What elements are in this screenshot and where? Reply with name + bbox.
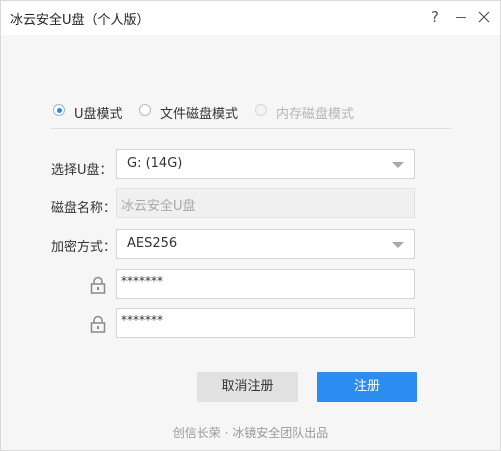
chevron-down-icon bbox=[392, 162, 404, 168]
encryption-label: 加密方式： bbox=[51, 240, 117, 255]
disk-name-placeholder: 冰云安全U盘 bbox=[121, 199, 196, 214]
lock-icon bbox=[90, 315, 106, 333]
lock-icon bbox=[90, 276, 106, 294]
chevron-down-icon bbox=[392, 242, 404, 248]
footer-credit: 创信长荣 · 冰镜安全团队出品 bbox=[172, 426, 329, 440]
encryption-value: AES256 bbox=[127, 236, 178, 251]
select-drive-dropdown[interactable]: G: (14G) bbox=[116, 149, 415, 179]
confirm-password-value: ******* bbox=[121, 313, 163, 327]
minimize-icon bbox=[456, 17, 466, 18]
close-button[interactable] bbox=[473, 5, 495, 29]
divider bbox=[51, 128, 451, 129]
password-field[interactable]: ******* bbox=[116, 269, 415, 299]
disk-name-label: 磁盘名称： bbox=[51, 201, 117, 216]
mode-label: U盘模式 bbox=[74, 107, 123, 122]
encryption-dropdown[interactable]: AES256 bbox=[116, 229, 415, 259]
title-bar[interactable]: 冰云安全U盘（个人版） ? bbox=[1, 1, 500, 35]
radio-checked-icon[interactable] bbox=[53, 104, 65, 116]
mode-label: 内存磁盘模式 bbox=[276, 107, 355, 122]
help-button[interactable]: ? bbox=[424, 5, 446, 29]
register-button[interactable]: 注册 bbox=[317, 372, 417, 402]
mode-label: 文件磁盘模式 bbox=[160, 107, 239, 122]
password-value: ******* bbox=[121, 274, 163, 288]
window-title: 冰云安全U盘（个人版） bbox=[10, 13, 150, 28]
radio-icon[interactable] bbox=[139, 104, 151, 116]
confirm-password-field[interactable]: ******* bbox=[116, 308, 415, 338]
app-window: 冰云安全U盘（个人版） ? U盘模式 文件磁盘模式 内存磁盘模式 选择U盘： G… bbox=[0, 0, 501, 451]
radio-disabled-icon bbox=[255, 104, 267, 116]
select-drive-label: 选择U盘： bbox=[51, 163, 113, 178]
minimize-button[interactable] bbox=[450, 5, 472, 29]
question-mark-icon: ? bbox=[431, 8, 439, 26]
disk-name-field[interactable]: 冰云安全U盘 bbox=[116, 188, 415, 218]
select-drive-value: G: (14G) bbox=[127, 156, 183, 171]
cancel-register-button[interactable]: 取消注册 bbox=[197, 372, 298, 402]
close-icon bbox=[478, 11, 490, 23]
